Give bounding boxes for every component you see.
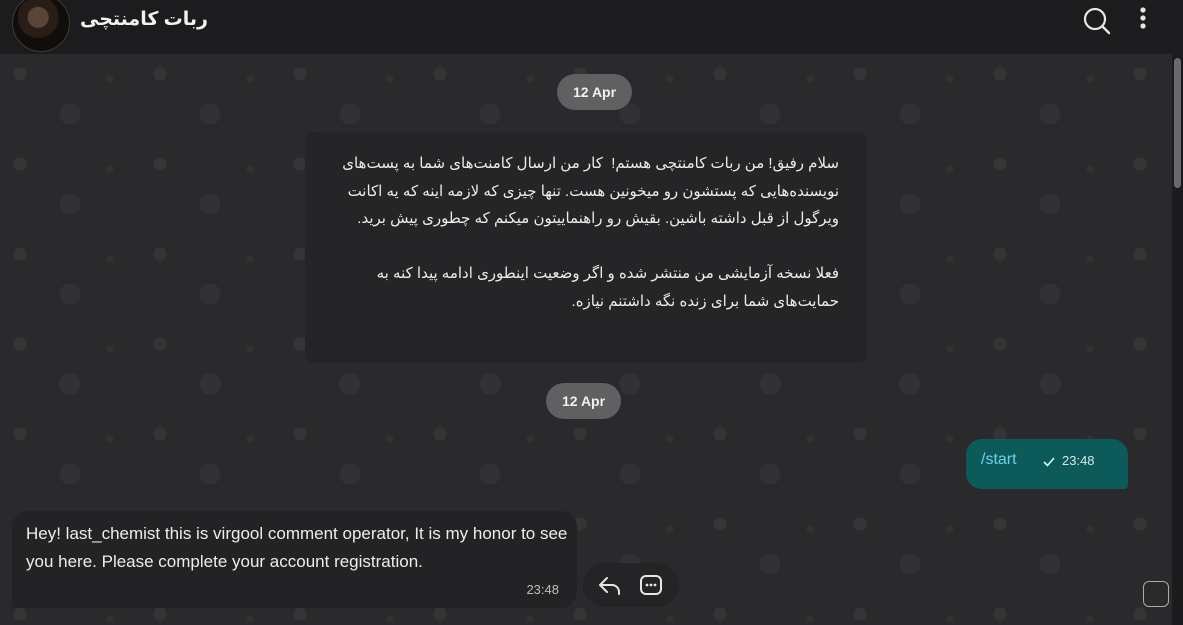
check-icon: [1043, 457, 1055, 467]
scrollbar-thumb[interactable]: [1174, 58, 1181, 188]
chat-title[interactable]: ربات کامنتچی: [80, 8, 208, 31]
message-text: Hey! last_chemist this is virgool commen…: [26, 524, 568, 571]
bot-reply-message[interactable]: Hey! last_chemist this is virgool commen…: [12, 511, 577, 608]
incoming-message[interactable]: سلام رفیق! من ربات کامنتچی هستم! کار من …: [305, 132, 867, 363]
search-icon[interactable]: [1080, 4, 1114, 38]
scroll-to-bottom-button[interactable]: [1143, 581, 1169, 607]
keyboard-icon[interactable]: [639, 573, 663, 597]
outgoing-message[interactable]: /start 23:48: [966, 439, 1128, 489]
message-time: 23:48: [526, 582, 559, 597]
message-actions: [583, 563, 679, 607]
chat-header: ربات کامنتچی: [0, 0, 1183, 54]
date-separator: 12 Apr: [557, 74, 633, 110]
message-time: 23:48: [1062, 453, 1095, 468]
avatar[interactable]: [12, 0, 70, 52]
more-vertical-icon[interactable]: [1126, 4, 1160, 38]
message-text: سلام رفیق! من ربات کامنتچی هستم! کار من …: [342, 155, 839, 310]
command-link[interactable]: /start: [981, 451, 1017, 469]
reply-icon[interactable]: [597, 573, 623, 597]
date-separator: 12 Apr: [546, 383, 622, 419]
